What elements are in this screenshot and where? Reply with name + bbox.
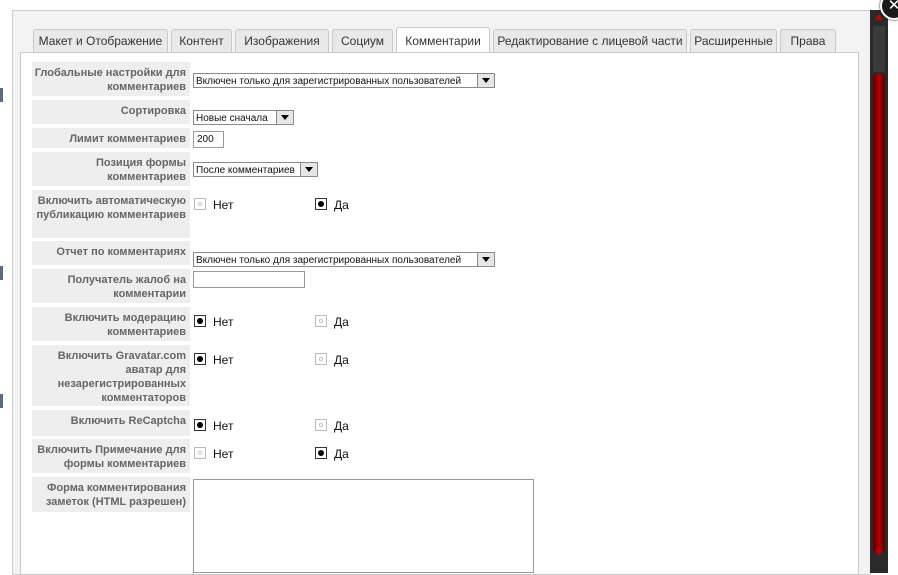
auto-publish-label: Включить автоматическую публикацию комме… <box>32 190 190 238</box>
global-settings-label: Глобальные настройки для комментариев <box>32 62 190 96</box>
report-select[interactable]: Включен только для зарегистрированных по… <box>193 252 495 267</box>
gravatar-yes-label: Да <box>334 353 349 367</box>
notes-form-label: Форма комментирования заметок (HTML разр… <box>32 477 190 512</box>
note-yes-label: Да <box>334 447 349 461</box>
window-edge <box>888 10 898 573</box>
recaptcha-yes-label: Да <box>334 419 349 433</box>
tab-advanced[interactable]: Расширенные <box>690 29 777 52</box>
note-label: Включить Примечание для формы комментари… <box>32 439 190 473</box>
tab-permissions[interactable]: Права <box>780 29 836 52</box>
chevron-down-icon <box>477 74 494 87</box>
note-no-radio[interactable] <box>194 447 206 459</box>
moderation-no-radio[interactable] <box>194 315 206 327</box>
sorting-select[interactable]: Новые сначала <box>193 110 294 125</box>
tab-content[interactable]: Контент <box>171 29 232 52</box>
moderation-yes-radio[interactable] <box>315 315 327 327</box>
tab-layout[interactable]: Макет и Отображение <box>33 29 168 52</box>
notes-form-textarea[interactable] <box>193 479 534 573</box>
note-yes-radio[interactable] <box>315 447 327 459</box>
recaptcha-yes-radio[interactable] <box>315 419 327 431</box>
limit-input[interactable]: 200 <box>193 131 224 148</box>
background-fragment <box>0 266 3 280</box>
scrollbar-upper-track[interactable] <box>873 26 885 72</box>
tab-comments[interactable]: Комментарии <box>396 27 490 54</box>
chevron-down-icon <box>276 111 293 124</box>
gravatar-no-radio[interactable] <box>194 353 206 365</box>
report-label: Отчет по комментариях <box>32 241 190 265</box>
scrollbar-thumb[interactable] <box>873 74 885 552</box>
form-position-label: Позиция формы комментариев <box>32 152 190 186</box>
auto-publish-no-radio[interactable] <box>194 198 206 210</box>
moderation-no-label: Нет <box>213 315 234 329</box>
complaints-recipient-label: Получатель жалоб на комментарии <box>32 269 190 303</box>
background-fragment <box>0 88 3 102</box>
moderation-yes-label: Да <box>334 315 349 329</box>
chevron-down-icon <box>300 163 317 176</box>
sorting-label: Сортировка <box>32 100 190 124</box>
tab-frontend-editing[interactable]: Редактирование с лицевой части <box>493 29 687 52</box>
recaptcha-no-label: Нет <box>213 419 234 433</box>
limit-label: Лимит комментариев <box>32 128 190 148</box>
auto-publish-yes-label: Да <box>334 198 349 212</box>
form-position-select[interactable]: После комментариев <box>193 162 318 177</box>
recaptcha-label: Включить ReCaptcha <box>32 410 190 436</box>
scroll-down-icon[interactable] <box>875 550 883 556</box>
background-page <box>0 0 12 573</box>
moderation-label: Включить модерацию комментариев <box>32 307 190 341</box>
global-settings-select[interactable]: Включен только для зарегистрированных по… <box>193 73 495 88</box>
note-no-label: Нет <box>213 447 234 461</box>
recaptcha-no-radio[interactable] <box>194 419 206 431</box>
gravatar-label: Включить Gravatar.com аватар для незарег… <box>32 345 190 406</box>
complaints-recipient-input[interactable] <box>193 271 305 288</box>
tab-social[interactable]: Социум <box>332 29 393 52</box>
gravatar-yes-radio[interactable] <box>315 353 327 365</box>
gravatar-no-label: Нет <box>213 353 234 367</box>
auto-publish-yes-radio[interactable] <box>315 198 327 210</box>
auto-publish-no-label: Нет <box>213 198 234 212</box>
scroll-up-icon[interactable] <box>875 14 883 20</box>
tab-images[interactable]: Изображения <box>235 29 329 52</box>
background-fragment <box>0 394 3 408</box>
chevron-down-icon <box>477 253 494 266</box>
